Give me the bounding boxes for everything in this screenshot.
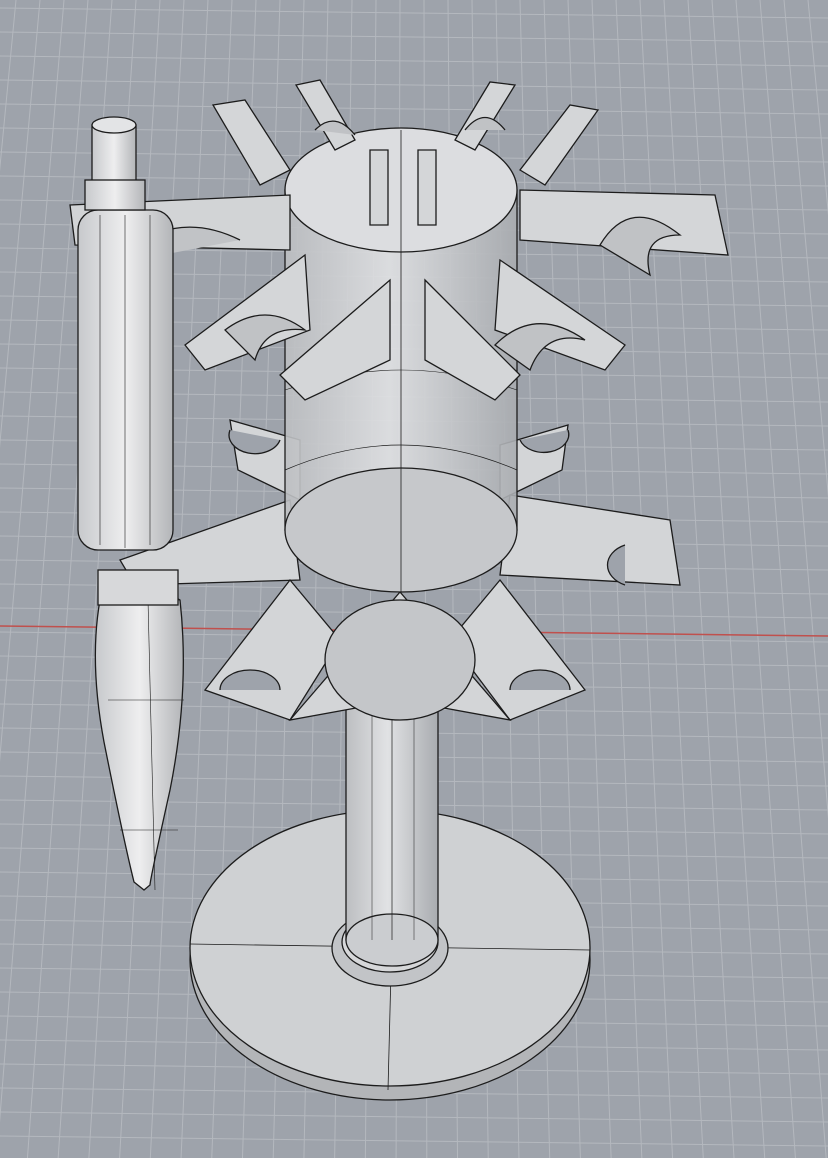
grid-line	[0, 1135, 828, 1147]
grid-line	[807, 0, 828, 216]
grid-line	[0, 1111, 828, 1123]
grid-line	[0, 7, 828, 19]
grid-line	[0, 0, 41, 448]
perspective-viewport[interactable]	[0, 0, 828, 1158]
pen-model[interactable]	[69, 116, 291, 891]
grid-line	[0, 55, 828, 67]
grid-line	[687, 0, 766, 1158]
grid-line	[0, 31, 828, 43]
grid-line	[711, 0, 796, 1158]
grid-line	[759, 0, 828, 819]
grid-line	[735, 0, 827, 1158]
grid-line	[0, 103, 828, 115]
grid-line	[0, 0, 65, 763]
grid-line	[783, 0, 828, 498]
grid-line	[0, 0, 17, 172]
support-stem[interactable]	[345, 689, 439, 967]
grid-line	[0, 79, 828, 91]
grid-line	[0, 0, 89, 1123]
